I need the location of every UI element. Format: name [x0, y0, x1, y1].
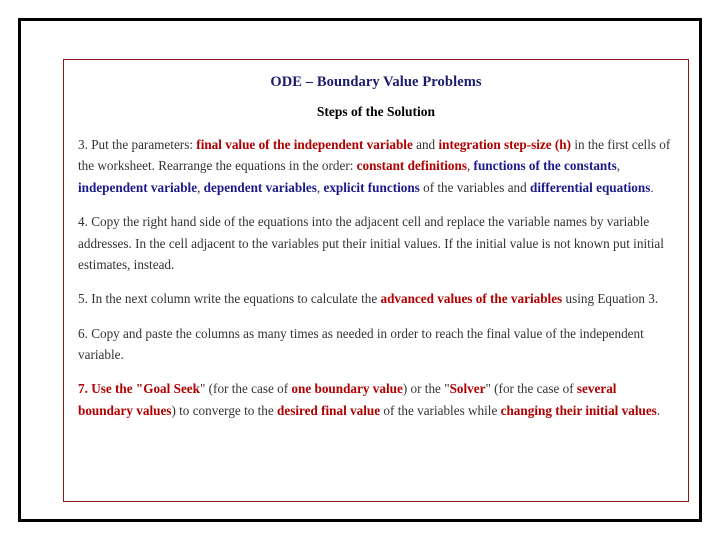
text-run: .: [650, 179, 654, 195]
text-run: independent variable: [78, 179, 198, 195]
slide-content-panel: ODE – Boundary Value Problems Steps of t…: [63, 59, 689, 502]
text-run: 5. In the next column write the equation…: [78, 291, 381, 307]
text-run: ,: [466, 158, 474, 174]
text-run: explicit functions: [323, 179, 420, 195]
text-run: one boundary value: [291, 381, 403, 397]
slide-outer-border: ODE – Boundary Value Problems Steps of t…: [18, 18, 702, 522]
paragraph-step-4: 4. Copy the right hand side of the equat…: [78, 211, 674, 275]
text-run: using Equation 3.: [562, 291, 659, 307]
text-run: of the variables while: [380, 402, 501, 418]
text-run: differential equations: [530, 179, 651, 195]
text-run: 6. Copy and paste the columns as many ti…: [78, 325, 644, 362]
text-run: .: [656, 402, 661, 418]
text-run: integration step-size (h): [438, 137, 572, 152]
text-run: ,: [616, 158, 621, 174]
slide-canvas: ODE – Boundary Value Problems Steps of t…: [0, 0, 720, 540]
text-run: functions of the constants: [473, 158, 617, 174]
slide-body: 3. Put the parameters: final value of th…: [76, 134, 676, 421]
text-run: " (for the case of: [485, 381, 577, 397]
paragraph-step-5: 5. In the next column write the equation…: [78, 288, 674, 309]
text-run: 3. Put the parameters:: [78, 137, 197, 152]
text-run: ) or the ": [402, 381, 450, 397]
text-run: of the variables and: [419, 179, 531, 195]
paragraph-step-7: 7. Use the "Goal Seek" (for the case of …: [78, 378, 674, 421]
text-run: 4. Copy the right hand side of the equat…: [78, 214, 664, 272]
slide-title: ODE – Boundary Value Problems: [270, 74, 482, 90]
text-run: constant definitions: [356, 158, 467, 174]
text-run: desired final value: [277, 402, 381, 418]
text-run: Goal Seek: [143, 381, 200, 397]
text-run: final value of the independent variable: [196, 137, 413, 152]
text-run: " (for the case of: [199, 381, 292, 397]
text-run: ,: [197, 179, 204, 195]
text-run: ) to converge to the: [171, 402, 278, 418]
text-run: changing their initial values: [500, 402, 657, 418]
text-run: advanced values of the variables: [380, 291, 563, 307]
paragraph-step-3: 3. Put the parameters: final value of th…: [78, 134, 674, 198]
slide-subtitle: Steps of the Solution: [316, 104, 436, 119]
text-run: 7. Use the ": [78, 381, 144, 397]
paragraph-step-6: 6. Copy and paste the columns as many ti…: [78, 323, 674, 366]
text-run: Solver: [449, 381, 486, 397]
text-run: dependent variables: [203, 179, 317, 195]
text-run: and: [412, 137, 439, 152]
